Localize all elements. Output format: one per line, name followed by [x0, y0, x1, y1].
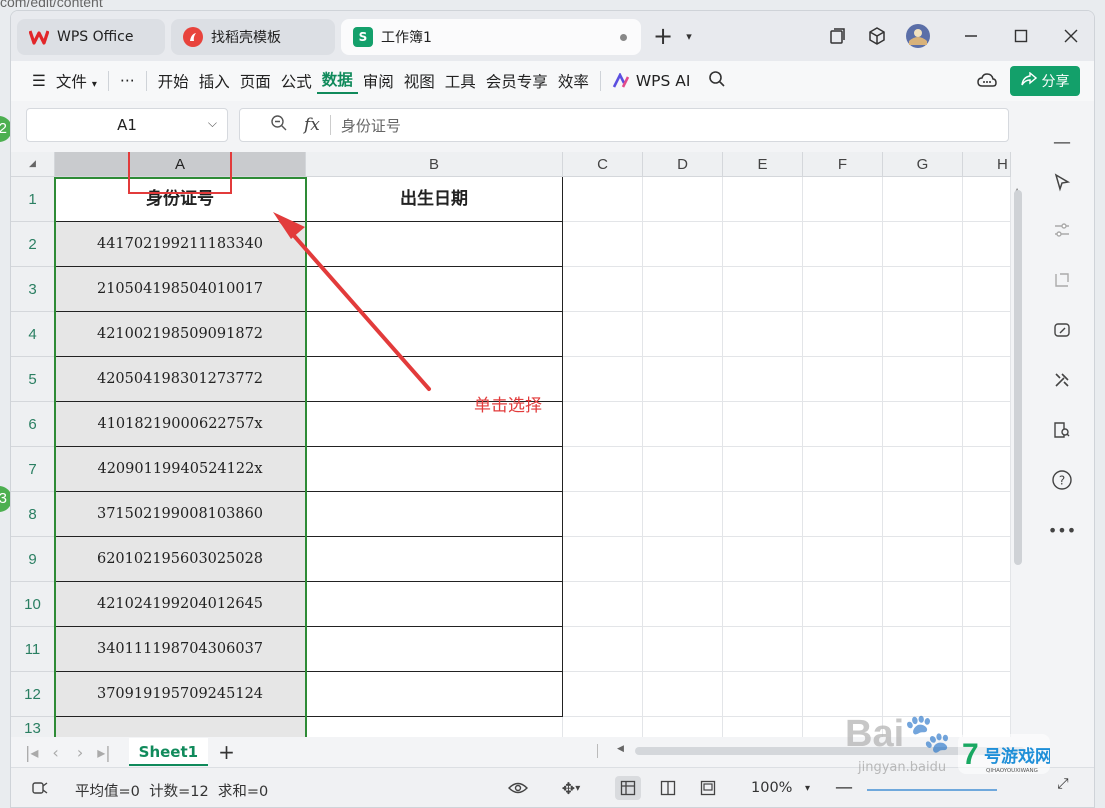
baidu-watermark: Bai🐾: [845, 713, 952, 755]
normal-view-icon[interactable]: [615, 776, 641, 800]
svg-text:号游戏网: 号游戏网: [984, 746, 1050, 767]
tools-icon[interactable]: [1049, 367, 1075, 393]
annotation-text: 单击选择: [474, 396, 542, 416]
right-side-panel: — ? •••: [1039, 111, 1085, 741]
page-layout-icon[interactable]: [655, 776, 681, 800]
annotation-arrow: [273, 212, 431, 391]
zoom-out-button[interactable]: —: [835, 777, 853, 798]
cursor-select-icon[interactable]: [1049, 169, 1075, 195]
svg-text:?: ?: [1059, 474, 1065, 488]
svg-text:QIHAOYOUXIWANG: QIHAOYOUXIWANG: [986, 768, 1038, 774]
svg-text:7: 7: [962, 738, 979, 771]
help-icon[interactable]: ?: [1049, 467, 1075, 493]
collapse-panel-icon[interactable]: —: [1049, 129, 1075, 155]
add-sheet-button[interactable]: +: [218, 740, 235, 764]
image-edit-icon[interactable]: [1049, 317, 1075, 343]
more-options-icon[interactable]: •••: [1048, 517, 1076, 543]
zoom-slider[interactable]: [867, 789, 997, 791]
fullscreen-icon[interactable]: ⤢: [1057, 776, 1069, 792]
app-window: WPS Office 找稻壳模板 S 工作簿1 + ▾ ☰ 文件 ▾ ··· 开…: [10, 10, 1095, 808]
watermark-sub: jingyan.baidu: [858, 760, 947, 775]
zoom-chevron-icon[interactable]: ▾: [805, 783, 810, 794]
scroll-left-arrow-icon[interactable]: ◀: [617, 744, 624, 754]
book-search-icon[interactable]: [1049, 417, 1075, 443]
sliders-icon[interactable]: [1049, 217, 1075, 243]
next-sheet-icon[interactable]: ›: [77, 743, 83, 762]
macro-icon[interactable]: [27, 776, 53, 800]
transform-icon[interactable]: [1049, 267, 1075, 293]
background-url-text: com/edit/content: [0, 0, 103, 10]
prev-sheet-icon[interactable]: ‹: [52, 743, 58, 762]
selection-stats: 平均值=0 计数=12 求和=0: [75, 784, 269, 800]
eye-protection-icon[interactable]: [505, 776, 531, 800]
cell-navigate-icon[interactable]: ✥ ▾: [551, 776, 591, 800]
scroll-divider: [597, 744, 598, 758]
site-logo-icon: 7 号游戏网 QIHAOYOUXIWANG: [958, 734, 1050, 774]
zoom-level[interactable]: 100%: [751, 780, 792, 796]
last-sheet-icon[interactable]: ▸|: [97, 743, 110, 762]
page-break-icon[interactable]: [695, 776, 721, 800]
sheet-tab-sheet1[interactable]: Sheet1: [128, 738, 209, 766]
first-sheet-icon[interactable]: |◂: [25, 743, 38, 762]
